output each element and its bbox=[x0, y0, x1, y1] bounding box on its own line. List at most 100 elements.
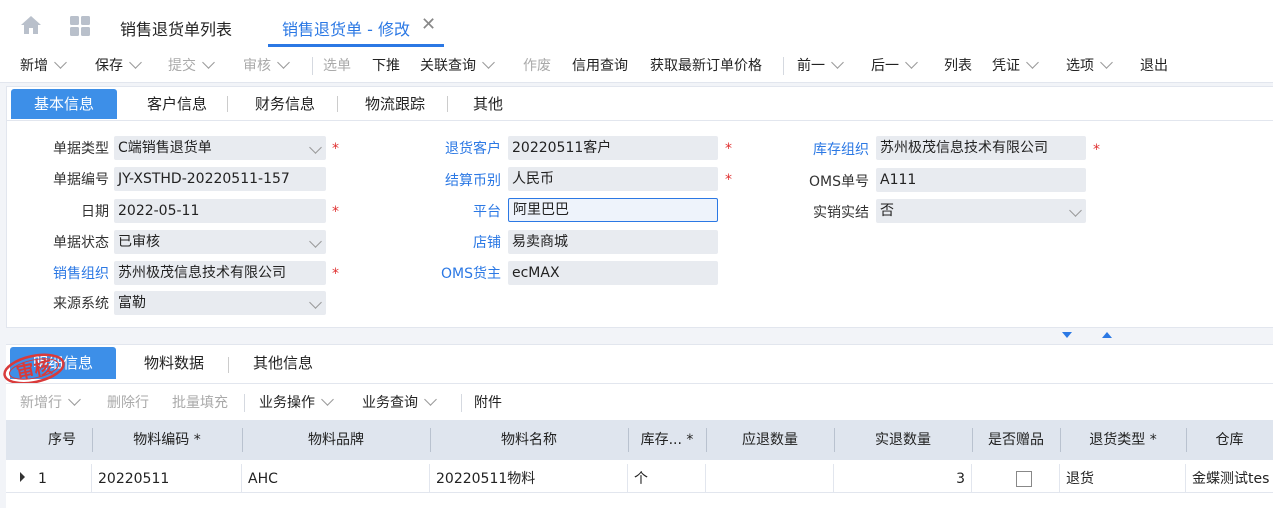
col-return-type[interactable]: 退货类型 * bbox=[1060, 420, 1186, 460]
tab-sales-return-list[interactable]: 销售退货单列表 bbox=[120, 16, 232, 40]
chevron-down-icon[interactable] bbox=[482, 56, 495, 69]
push-down-button[interactable]: 下推 bbox=[372, 55, 400, 75]
detail-grid-header: 序号 物料编码 * 物料品牌 物料名称 库存... * 应退数量 实退数量 是否… bbox=[6, 420, 1273, 460]
cell-actual-return-qty[interactable]: 3 bbox=[834, 464, 972, 492]
stock-org-field[interactable]: 苏州极茂信息技术有限公司 bbox=[876, 136, 1086, 160]
exit-button[interactable]: 退出 bbox=[1140, 55, 1168, 75]
get-latest-price-button[interactable]: 获取最新订单价格 bbox=[650, 55, 762, 75]
chevron-down-icon[interactable] bbox=[1026, 56, 1039, 69]
oms-no-label: OMS单号 bbox=[809, 174, 869, 190]
tab-other[interactable]: 其他 bbox=[453, 89, 523, 119]
col-warehouse[interactable]: 仓库 bbox=[1186, 420, 1273, 460]
previous-button[interactable]: 前一 bbox=[797, 55, 844, 75]
platform-field[interactable]: 阿里巴巴 bbox=[508, 198, 718, 222]
oms-no-field[interactable]: A111 bbox=[876, 168, 1086, 192]
tab-logistics[interactable]: 物流跟踪 bbox=[345, 89, 445, 119]
col-material-brand[interactable]: 物料品牌 bbox=[242, 420, 430, 460]
batch-fill-button[interactable]: 批量填充 bbox=[172, 392, 228, 412]
currency-field[interactable]: 人民币 bbox=[508, 167, 718, 191]
cell-material-name[interactable]: 20220511物料 bbox=[430, 464, 628, 492]
tab-sales-return-edit[interactable]: 销售退货单 - 修改 bbox=[282, 16, 410, 40]
submit-button[interactable]: 提交 bbox=[168, 55, 215, 75]
chevron-down-icon[interactable] bbox=[309, 296, 322, 309]
chevron-down-icon[interactable] bbox=[1069, 204, 1082, 217]
col-should-return-qty[interactable]: 应退数量 bbox=[706, 420, 834, 460]
sales-org-field[interactable]: 苏州极茂信息技术有限公司 bbox=[114, 261, 326, 285]
sales-org-label[interactable]: 销售组织 bbox=[27, 263, 109, 283]
shop-field[interactable]: 易卖商城 bbox=[508, 230, 718, 254]
credit-query-button[interactable]: 信用查询 bbox=[572, 55, 628, 75]
save-button[interactable]: 保存 bbox=[95, 55, 142, 75]
chevron-down-icon[interactable] bbox=[1100, 56, 1113, 69]
chevron-down-icon[interactable] bbox=[831, 56, 844, 69]
required-mark: * bbox=[725, 172, 732, 188]
audit-button[interactable]: 审核 bbox=[243, 55, 290, 75]
business-ops-button[interactable]: 业务操作 bbox=[259, 392, 334, 412]
col-is-gift[interactable]: 是否赠品 bbox=[972, 420, 1060, 460]
gift-checkbox[interactable] bbox=[1016, 471, 1032, 487]
currency-label[interactable]: 结算币别 bbox=[411, 170, 501, 190]
col-actual-return-qty[interactable]: 实退数量 bbox=[834, 420, 972, 460]
tab-other-info[interactable]: 其他信息 bbox=[236, 347, 330, 379]
tab-divider bbox=[447, 96, 448, 112]
cell-material-brand[interactable]: AHC bbox=[242, 464, 430, 492]
new-button[interactable]: 新增 bbox=[20, 55, 67, 75]
voucher-button[interactable]: 凭证 bbox=[992, 55, 1039, 75]
business-query-button[interactable]: 业务查询 bbox=[362, 392, 437, 412]
tab-finance-info[interactable]: 财务信息 bbox=[235, 89, 335, 119]
table-row[interactable]: 1 20220511 AHC 20220511物料 个 3 退货 金蝶测试tes bbox=[6, 464, 1273, 493]
void-button[interactable]: 作废 bbox=[523, 55, 551, 75]
next-button[interactable]: 后一 bbox=[871, 55, 918, 75]
collapse-up-icon[interactable] bbox=[1102, 332, 1112, 338]
tab-customer-info[interactable]: 客户信息 bbox=[127, 89, 227, 119]
return-customer-label[interactable]: 退货客户 bbox=[411, 138, 501, 158]
col-stock-unit[interactable]: 库存... * bbox=[628, 420, 706, 460]
sold-settled-select[interactable]: 否 bbox=[876, 199, 1086, 223]
return-customer-field[interactable]: 20220511客户 bbox=[508, 136, 718, 160]
shop-label[interactable]: 店铺 bbox=[411, 232, 501, 252]
source-system-select[interactable]: 富勒 bbox=[114, 291, 326, 315]
oms-owner-label[interactable]: OMS货主 bbox=[411, 263, 501, 283]
date-field[interactable]: 2022-05-11 bbox=[114, 199, 326, 223]
chevron-down-icon[interactable] bbox=[424, 393, 437, 406]
col-material-code[interactable]: 物料编码 * bbox=[92, 420, 242, 460]
col-seq[interactable]: 序号 bbox=[32, 420, 92, 460]
chevron-down-icon[interactable] bbox=[277, 56, 290, 69]
tab-baseline bbox=[7, 120, 1273, 121]
oms-owner-field[interactable]: ecMAX bbox=[508, 261, 718, 285]
chevron-down-icon[interactable] bbox=[905, 56, 918, 69]
cell-warehouse[interactable]: 金蝶测试tes bbox=[1186, 464, 1273, 492]
tab-basic-info[interactable]: 基本信息 bbox=[11, 89, 117, 119]
select-source-button[interactable]: 选单 bbox=[323, 55, 351, 75]
chevron-down-icon[interactable] bbox=[309, 141, 322, 154]
chevron-down-icon[interactable] bbox=[54, 56, 67, 69]
col-material-name[interactable]: 物料名称 bbox=[430, 420, 628, 460]
chevron-down-icon[interactable] bbox=[309, 235, 322, 248]
cell-return-type[interactable]: 退货 bbox=[1060, 464, 1186, 492]
list-button[interactable]: 列表 bbox=[944, 55, 972, 75]
chevron-down-icon[interactable] bbox=[129, 56, 142, 69]
cell-should-return-qty[interactable] bbox=[706, 464, 834, 492]
stock-org-label[interactable]: 库存组织 bbox=[777, 139, 869, 159]
tab-material-data[interactable]: 物料数据 bbox=[122, 347, 226, 379]
cell-material-code[interactable]: 20220511 bbox=[92, 464, 242, 492]
apps-grid-icon[interactable] bbox=[70, 16, 90, 36]
platform-label[interactable]: 平台 bbox=[411, 201, 501, 221]
options-button[interactable]: 选项 bbox=[1066, 55, 1113, 75]
attachment-button[interactable]: 附件 bbox=[474, 392, 502, 412]
cell-stock-unit[interactable]: 个 bbox=[628, 464, 706, 492]
collapse-down-icon[interactable] bbox=[1062, 332, 1072, 338]
status-select[interactable]: 已审核 bbox=[114, 230, 326, 254]
doc-no-field[interactable]: JY-XSTHD-20220511-157 bbox=[114, 167, 326, 191]
add-row-button[interactable]: 新增行 bbox=[20, 392, 81, 412]
doc-type-select[interactable]: C端销售退货单 bbox=[114, 136, 326, 160]
home-icon[interactable] bbox=[20, 14, 42, 36]
delete-row-button[interactable]: 删除行 bbox=[107, 392, 149, 412]
chevron-down-icon[interactable] bbox=[68, 393, 81, 406]
chevron-down-icon[interactable] bbox=[321, 393, 334, 406]
cell-seq[interactable]: 1 bbox=[32, 464, 92, 492]
related-query-button[interactable]: 关联查询 bbox=[420, 55, 495, 75]
chevron-down-icon[interactable] bbox=[202, 56, 215, 69]
required-mark: * bbox=[332, 204, 339, 220]
close-tab-icon[interactable]: ✕ bbox=[421, 14, 436, 35]
